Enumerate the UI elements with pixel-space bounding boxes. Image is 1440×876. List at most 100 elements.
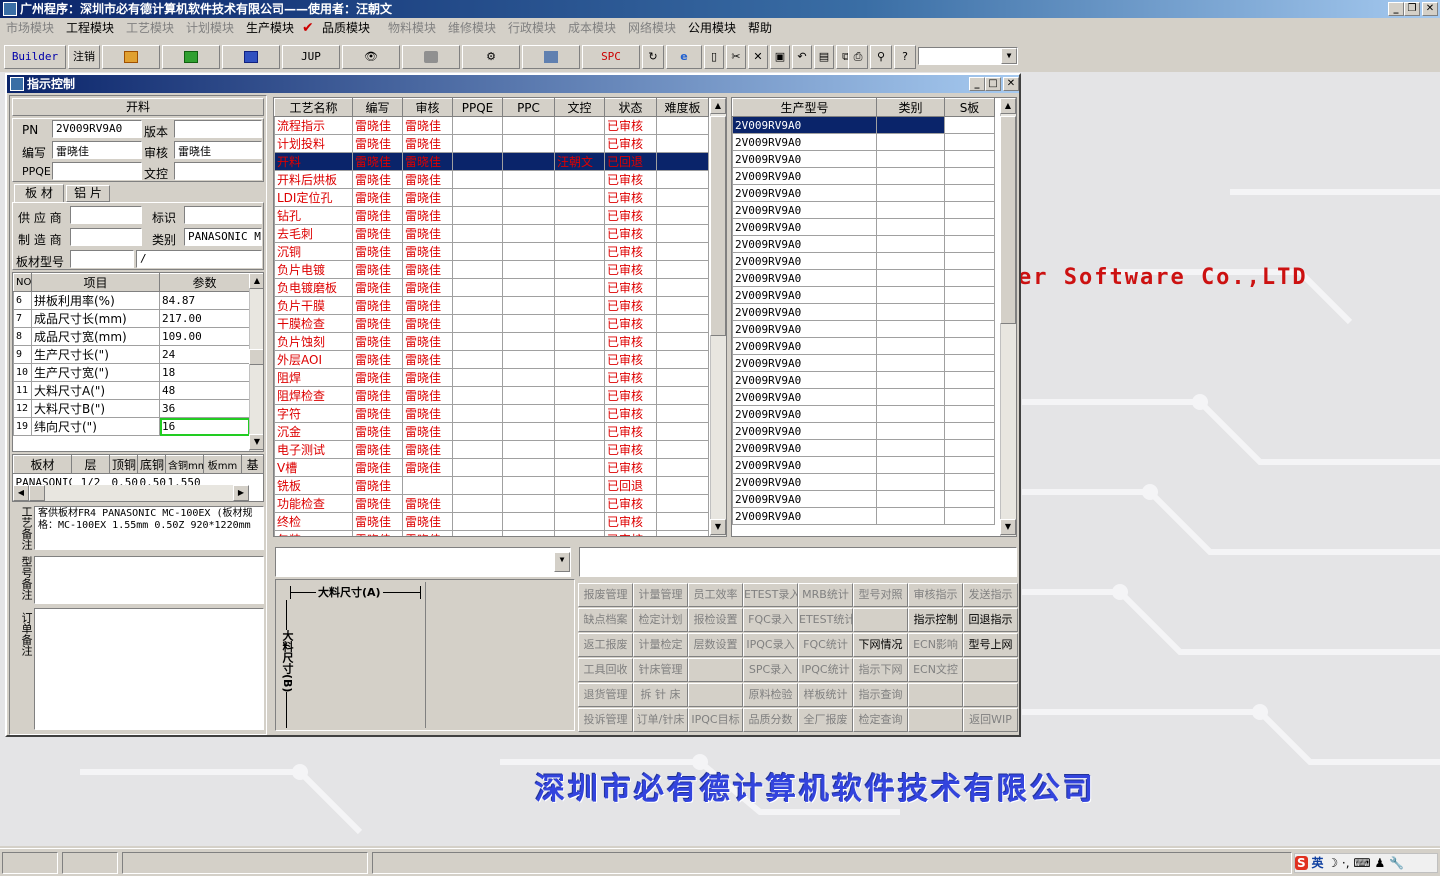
function-button[interactable]: 退货管理 (578, 683, 633, 707)
params-row[interactable]: 12 大料尺寸B(") 36 (13, 399, 250, 418)
params-cell-value[interactable]: 109.00 (159, 327, 250, 346)
process-cell[interactable] (452, 278, 503, 297)
params-row[interactable]: 10 生产尺寸宽(") 18 (13, 363, 250, 382)
process-cell[interactable] (656, 458, 709, 477)
function-button[interactable]: IPQC目标 (688, 708, 743, 732)
process-cell[interactable]: 外层AOI (274, 350, 353, 369)
model-cell[interactable] (944, 337, 995, 355)
process-cell[interactable]: 已审核 (604, 116, 657, 135)
process-cell[interactable] (656, 224, 709, 243)
function-button[interactable]: 原料检验 (743, 683, 798, 707)
process-cell[interactable]: 负片电镀 (274, 260, 353, 279)
function-button[interactable]: 指示下网 (853, 658, 908, 682)
function-button[interactable] (963, 683, 1018, 707)
scroll-thumb[interactable] (1000, 116, 1016, 324)
model-cell[interactable] (876, 371, 945, 389)
mark-field[interactable] (184, 206, 262, 224)
function-button[interactable] (688, 658, 743, 682)
model-cell[interactable] (944, 286, 995, 304)
model-cell[interactable] (944, 303, 995, 321)
model-cell[interactable] (876, 354, 945, 372)
model-cell[interactable] (876, 456, 945, 474)
process-cell[interactable]: 已审核 (604, 296, 657, 315)
column-header-top-copper[interactable]: 顶铜 (109, 455, 138, 474)
process-cell[interactable] (502, 224, 555, 243)
process-row[interactable]: 沉金 雷晓佳 雷晓佳 已审核 (274, 422, 709, 441)
model-row[interactable]: 2V009RV9A0 (732, 252, 995, 270)
process-cell[interactable]: 已审核 (604, 494, 657, 513)
model-row[interactable]: 2V009RV9A0 (732, 116, 995, 134)
column-header-bottom-copper[interactable]: 底铜 (137, 455, 166, 474)
model-cell[interactable] (944, 235, 995, 253)
process-cell[interactable] (452, 116, 503, 135)
params-cell-no[interactable]: 19 (13, 417, 32, 436)
process-cell[interactable] (502, 188, 555, 207)
process-cell[interactable]: 雷晓佳 (352, 404, 403, 423)
function-button[interactable]: 计量管理 (633, 583, 688, 607)
column-header-no[interactable]: NO (13, 273, 32, 292)
process-cell[interactable]: 雷晓佳 (402, 296, 453, 315)
function-button[interactable]: FQC录入 (743, 608, 798, 632)
process-cell[interactable]: V槽 (274, 458, 353, 477)
model-cell[interactable] (876, 507, 945, 525)
process-cell[interactable]: 负电镀磨板 (274, 278, 353, 297)
function-button[interactable] (853, 608, 908, 632)
params-cell-item[interactable]: 拼板利用率(%) (31, 291, 160, 310)
model-cell[interactable] (944, 507, 995, 525)
process-cell[interactable] (452, 476, 503, 495)
window-minimize-button[interactable]: _ (969, 77, 985, 91)
process-cell[interactable] (452, 494, 503, 513)
process-cell[interactable]: 字符 (274, 404, 353, 423)
params-cell-no[interactable]: 9 (13, 345, 32, 364)
process-cell[interactable] (554, 350, 605, 369)
process-cell[interactable] (656, 152, 709, 171)
process-row[interactable]: 计划投料 雷晓佳 雷晓佳 已审核 (274, 134, 709, 153)
menu-cost[interactable]: 成本模块 (568, 20, 616, 36)
pn-field[interactable]: 2V009RV9A0 (52, 120, 142, 138)
process-cell[interactable] (502, 242, 555, 261)
spc-button[interactable]: SPC (582, 45, 640, 69)
process-cell[interactable]: 雷晓佳 (402, 134, 453, 153)
model-row[interactable]: 2V009RV9A0 (732, 303, 995, 321)
function-button[interactable]: IPQC统计 (798, 658, 853, 682)
process-row[interactable]: 铣板 雷晓佳 已回退 (274, 476, 709, 495)
process-cell[interactable] (502, 260, 555, 279)
function-button[interactable]: 订单/针床 (633, 708, 688, 732)
process-cell[interactable] (554, 332, 605, 351)
model-cell[interactable] (944, 218, 995, 236)
process-cell[interactable]: 沉铜 (274, 242, 353, 261)
process-cell[interactable] (502, 206, 555, 225)
process-cell[interactable] (502, 152, 555, 171)
model-cell[interactable] (876, 320, 945, 338)
jup-button[interactable]: JUP (282, 45, 340, 69)
model-cell[interactable] (944, 167, 995, 185)
process-cell[interactable] (502, 350, 555, 369)
model-cell[interactable] (876, 201, 945, 219)
process-cell[interactable]: 雷晓佳 (352, 530, 403, 536)
model-cell[interactable]: 2V009RV9A0 (732, 116, 877, 134)
model-cell[interactable]: 2V009RV9A0 (732, 133, 877, 151)
process-cell[interactable]: 雷晓佳 (352, 224, 403, 243)
process-cell[interactable] (554, 368, 605, 387)
menu-craft[interactable]: 工艺模块 (126, 20, 174, 36)
function-button[interactable] (963, 658, 1018, 682)
process-cell[interactable]: 已审核 (604, 188, 657, 207)
process-cell[interactable] (402, 476, 453, 495)
menu-plan[interactable]: 计划模块 (186, 20, 234, 36)
model-cell[interactable]: 2V009RV9A0 (732, 184, 877, 202)
model-cell[interactable] (944, 116, 995, 134)
builder-button[interactable]: Builder (4, 45, 66, 69)
process-row[interactable]: 钻孔 雷晓佳 雷晓佳 已审核 (274, 206, 709, 225)
process-cell[interactable]: 雷晓佳 (402, 260, 453, 279)
process-row[interactable]: 开料 雷晓佳 雷晓佳 汪朝文 已回退 (274, 152, 709, 171)
model-scrollbar[interactable]: ▲ ▼ (1000, 98, 1016, 536)
params-cell-item[interactable]: 成品尺寸宽(mm) (31, 327, 160, 346)
database-button[interactable] (402, 45, 460, 69)
process-cell[interactable] (452, 332, 503, 351)
function-button[interactable]: 缺点档案 (578, 608, 633, 632)
wrench-icon[interactable]: 🔧 (1389, 856, 1404, 870)
menu-market[interactable]: 市场模块 (6, 20, 54, 36)
process-cell[interactable] (452, 368, 503, 387)
model-cell[interactable] (944, 269, 995, 287)
process-combo[interactable]: ▼ (275, 547, 571, 577)
